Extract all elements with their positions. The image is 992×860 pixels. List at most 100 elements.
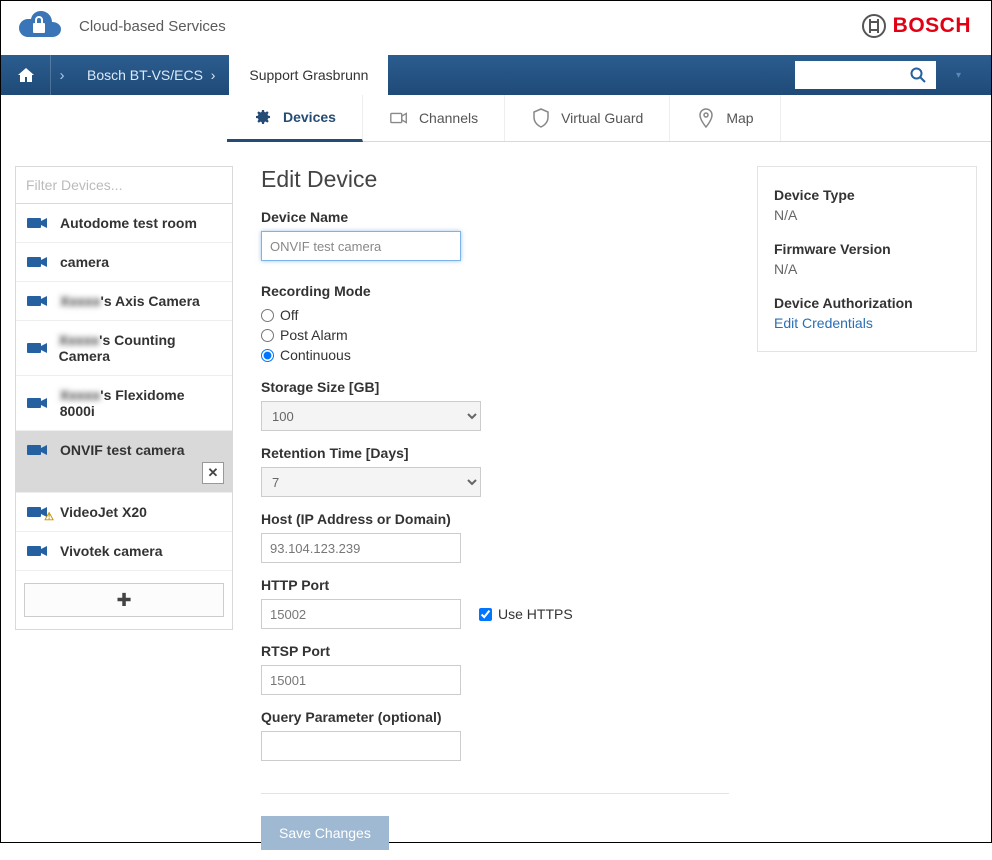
chevron-right-icon: › (51, 55, 73, 95)
radio-input[interactable] (261, 309, 274, 322)
edit-credentials-link[interactable]: Edit Credentials (774, 315, 960, 331)
plus-icon: ✚ (116, 590, 131, 611)
search-box (795, 60, 936, 90)
device-label: Xxxxx's Counting Camera (59, 332, 222, 364)
device-label: ONVIF test camera (60, 442, 185, 458)
info-firmware-label: Firmware Version (774, 241, 960, 257)
radio-label: Continuous (280, 347, 351, 363)
filter-devices-input[interactable] (16, 167, 232, 204)
tab-label: Channels (419, 110, 478, 126)
info-auth-label: Device Authorization (774, 295, 960, 311)
label-recording-mode: Recording Mode (261, 283, 729, 299)
storage-size-select[interactable]: 100 (261, 401, 481, 431)
radio-option[interactable]: Post Alarm (261, 325, 729, 345)
search-button[interactable] (900, 61, 936, 89)
label-retention: Retention Time [Days] (261, 445, 729, 461)
tab-virtualguard[interactable]: Virtual Guard (505, 95, 670, 141)
radio-option[interactable]: Off (261, 305, 729, 325)
tab-map[interactable]: Map (670, 95, 780, 141)
camera-icon (26, 395, 52, 411)
add-device-button[interactable]: ✚ (24, 583, 224, 617)
device-item[interactable]: Xxxxx's Axis Camera (16, 282, 232, 321)
bosch-logo: BOSCH (861, 13, 971, 39)
breadcrumb-label-1: Bosch BT-VS/ECS (87, 67, 203, 83)
info-panel: Device Type N/A Firmware Version N/A Dev… (757, 166, 977, 352)
topbar: Cloud-based Services BOSCH (1, 1, 991, 55)
camera-icon (26, 340, 51, 356)
device-label: Autodome test room (60, 215, 197, 231)
label-query-param: Query Parameter (optional) (261, 709, 729, 725)
search-input[interactable] (795, 61, 900, 89)
rtsp-port-input[interactable] (261, 665, 461, 695)
use-https-label: Use HTTPS (498, 606, 573, 622)
close-button[interactable]: ✕ (202, 462, 224, 484)
save-changes-button[interactable]: Save Changes (261, 816, 389, 850)
device-item[interactable]: VideoJet X20 (16, 493, 232, 532)
device-item[interactable]: camera (16, 243, 232, 282)
radio-option[interactable]: Continuous (261, 345, 729, 365)
camera-icon (26, 442, 52, 458)
device-label: Xxxxx's Axis Camera (60, 293, 200, 309)
shield-icon (531, 108, 551, 128)
tab-label: Map (726, 110, 753, 126)
home-button[interactable] (1, 55, 51, 95)
label-host: Host (IP Address or Domain) (261, 511, 729, 527)
breadcrumb-item-active[interactable]: Support Grasbrunn (229, 55, 388, 95)
http-port-input[interactable] (261, 599, 461, 629)
label-http-port: HTTP Port (261, 577, 729, 593)
user-menu[interactable]: ▾ (936, 55, 975, 95)
device-item[interactable]: Autodome test room (16, 204, 232, 243)
gear-icon (253, 107, 273, 127)
radio-label: Off (280, 307, 298, 323)
device-label: Xxxxx's Flexidome 8000i (60, 387, 222, 419)
app-title: Cloud-based Services (79, 18, 226, 35)
device-item[interactable]: Xxxxx's Counting Camera (16, 321, 232, 376)
retention-select[interactable]: 7 (261, 467, 481, 497)
device-item[interactable]: ONVIF test camera ✕ (16, 431, 232, 493)
radio-label: Post Alarm (280, 327, 348, 343)
camera-icon (26, 254, 52, 270)
radio-input[interactable] (261, 349, 274, 362)
bosch-ring-icon (861, 13, 887, 39)
label-device-name: Device Name (261, 209, 729, 225)
info-firmware-value: N/A (774, 261, 960, 277)
use-https-row[interactable]: Use HTTPS (479, 606, 573, 622)
cloud-lock-icon (13, 9, 63, 43)
device-label: camera (60, 254, 109, 270)
label-storage-size: Storage Size [GB] (261, 379, 729, 395)
search-icon (910, 67, 926, 83)
main-form: Edit Device Device Name Recording Mode O… (253, 166, 737, 850)
query-param-input[interactable] (261, 731, 461, 761)
tab-label: Virtual Guard (561, 110, 643, 126)
breadcrumb-item-1[interactable]: Bosch BT-VS/ECS › (73, 55, 229, 95)
device-label: Vivotek camera (60, 543, 162, 559)
use-https-checkbox[interactable] (479, 608, 492, 621)
info-device-type-label: Device Type (774, 187, 960, 203)
camera-icon (26, 293, 52, 309)
camera-icon (26, 215, 52, 231)
camera-icon (389, 108, 409, 128)
device-item[interactable]: Xxxxx's Flexidome 8000i (16, 376, 232, 431)
tabs: Devices Channels Virtual Guard Map (227, 95, 991, 142)
navbar: › Bosch BT-VS/ECS › Support Grasbrunn ▾ (1, 55, 991, 95)
host-input[interactable] (261, 533, 461, 563)
label-rtsp-port: RTSP Port (261, 643, 729, 659)
map-pin-icon (696, 108, 716, 128)
divider (261, 793, 729, 794)
camera-icon (26, 504, 52, 520)
tab-label: Devices (283, 109, 336, 125)
device-item[interactable]: Vivotek camera (16, 532, 232, 571)
topbar-left: Cloud-based Services (13, 9, 226, 43)
tab-channels[interactable]: Channels (363, 95, 505, 141)
sidebar: Autodome test room camera Xxxxx's Axis Cam… (15, 166, 233, 630)
device-label: VideoJet X20 (60, 504, 147, 520)
bosch-text: BOSCH (893, 14, 971, 38)
tab-devices[interactable]: Devices (227, 95, 363, 142)
camera-icon (26, 543, 52, 559)
device-name-input[interactable] (261, 231, 461, 261)
caret-down-icon: ▾ (956, 70, 961, 81)
content: Autodome test room camera Xxxxx's Axis Cam… (1, 142, 991, 860)
info-device-type-value: N/A (774, 207, 960, 223)
radio-input[interactable] (261, 329, 274, 342)
page-title: Edit Device (261, 166, 729, 193)
